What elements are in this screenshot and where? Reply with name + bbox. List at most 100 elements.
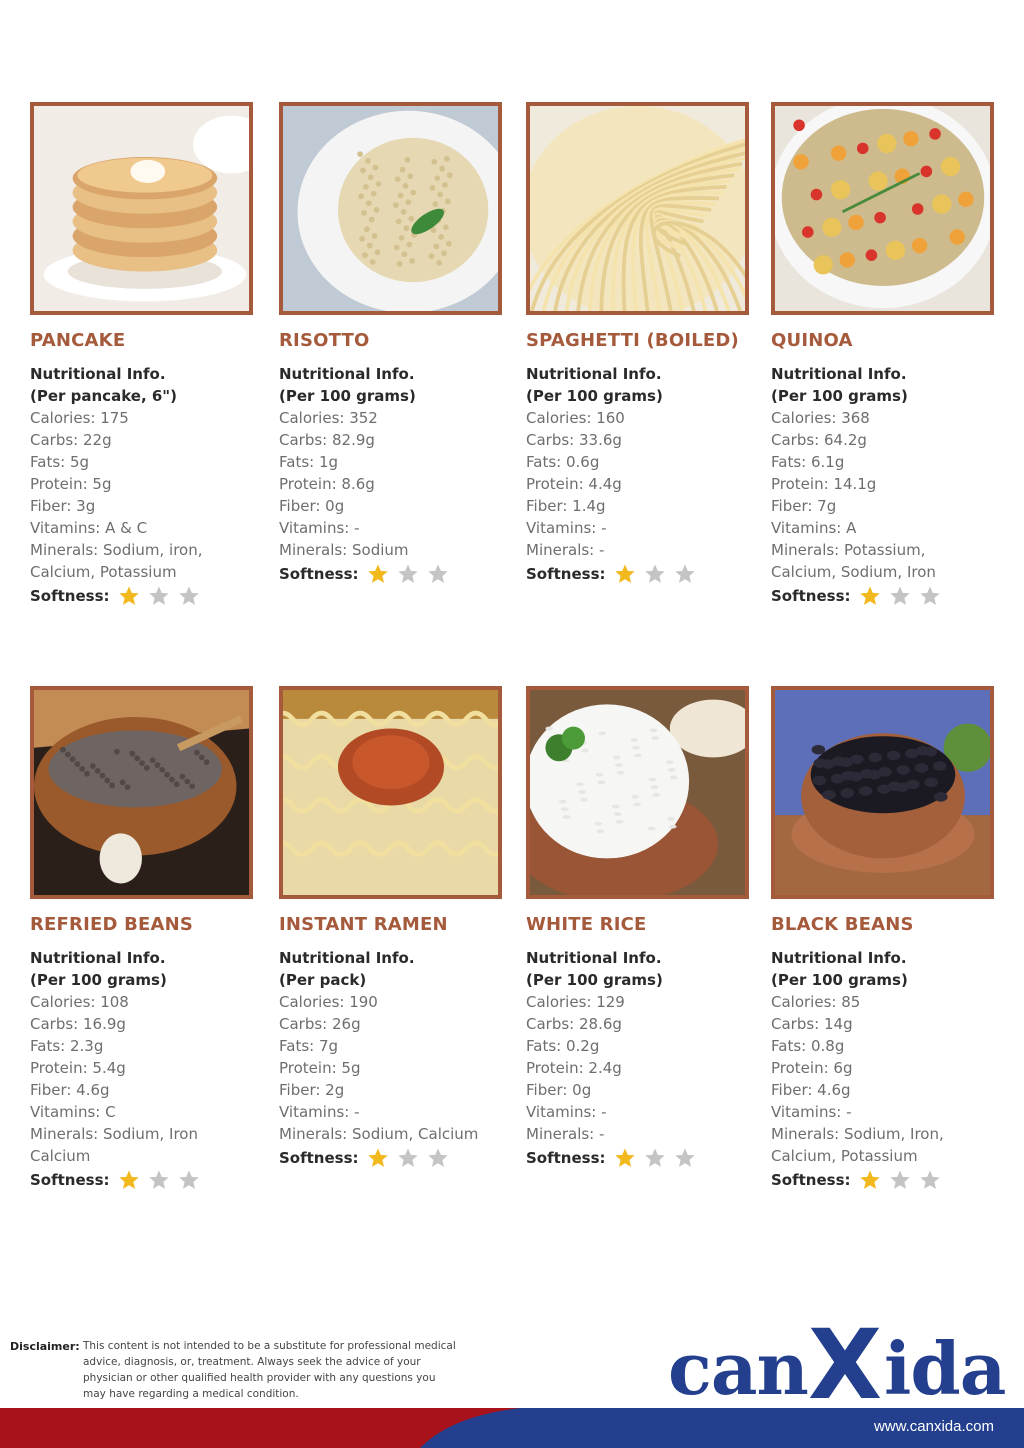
- svg-text:ida: ida: [884, 1326, 1005, 1402]
- softness-label: Softness:: [771, 1171, 851, 1189]
- serving-size: (Per 100 grams): [526, 971, 663, 989]
- nutrition-row: Protein: 6g: [771, 1059, 853, 1077]
- nutrition-row: Vitamins: -: [279, 519, 360, 537]
- nutrition-row: Calcium, Potassium: [30, 563, 177, 581]
- nutrition-row: Fats: 1g: [279, 453, 339, 471]
- nutrition-row: Calories: 352: [279, 409, 378, 427]
- nutrition-row: Carbs: 26g: [279, 1015, 361, 1033]
- star-icon: [889, 1169, 911, 1191]
- star-icon: [427, 1147, 449, 1169]
- spaghetti-photo: [526, 102, 749, 315]
- food-card: PANCAKE Nutritional Info. (Per pancake, …: [30, 102, 260, 608]
- footer-band: [0, 1408, 1024, 1448]
- softness-rating: Softness:: [526, 1146, 756, 1170]
- star-icon: [148, 585, 170, 607]
- risotto-plate-photo: [279, 102, 502, 315]
- serving-size: (Per pack): [279, 971, 367, 989]
- food-title: PANCAKE: [30, 330, 126, 351]
- nutrition-row: Calories: 190: [279, 993, 378, 1011]
- website-url[interactable]: www.canxida.com: [874, 1418, 994, 1435]
- food-card: RISOTTO Nutritional Info. (Per 100 grams…: [279, 102, 509, 586]
- nutrition-row: Vitamins: C: [30, 1103, 116, 1121]
- star-icon: [644, 563, 666, 585]
- nutrition-heading: Nutritional Info.: [771, 365, 907, 383]
- serving-size: (Per 100 grams): [771, 387, 908, 405]
- nutrition-row: Calcium, Sodium, Iron: [771, 563, 936, 581]
- nutrition-row: Carbs: 28.6g: [526, 1015, 622, 1033]
- star-icon: [889, 585, 911, 607]
- nutrition-row: Minerals: Sodium, Iron: [30, 1125, 198, 1143]
- food-title: WHITE RICE: [526, 914, 647, 935]
- nutrition-row: Minerals: Potassium,: [771, 541, 926, 559]
- softness-rating: Softness:: [30, 584, 260, 608]
- nutrition-row: Fats: 0.2g: [526, 1037, 600, 1055]
- food-title: SPAGHETTI (BOILED): [526, 330, 739, 351]
- nutrition-row: Minerals: Sodium, Iron,: [771, 1125, 944, 1143]
- serving-size: (Per 100 grams): [771, 971, 908, 989]
- star-icon: [397, 1147, 419, 1169]
- nutrition-heading: Nutritional Info.: [526, 365, 662, 383]
- nutrition-row: Protein: 4.4g: [526, 475, 622, 493]
- nutrition-heading: Nutritional Info.: [30, 949, 166, 967]
- svg-text:can: can: [668, 1326, 808, 1402]
- food-title: QUINOA: [771, 330, 853, 351]
- softness-rating: Softness:: [279, 1146, 509, 1170]
- nutrition-row: Carbs: 33.6g: [526, 431, 622, 449]
- nutrition-row: Calories: 175: [30, 409, 129, 427]
- softness-rating: Softness:: [30, 1168, 260, 1192]
- nutrition-row: Fats: 5g: [30, 453, 90, 471]
- nutrition-row: Protein: 5g: [30, 475, 112, 493]
- nutrition-row: Fiber: 4.6g: [30, 1081, 110, 1099]
- star-icon: [919, 1169, 941, 1191]
- disclaimer: Disclaimer: This content is not intended…: [10, 1338, 460, 1402]
- food-card: REFRIED BEANS Nutritional Info. (Per 100…: [30, 686, 260, 1192]
- nutrition-row: Minerals: Sodium: [279, 541, 409, 559]
- serving-size: (Per 100 grams): [526, 387, 663, 405]
- nutrition-row: Calories: 368: [771, 409, 870, 427]
- star-icon: [919, 585, 941, 607]
- nutrition-row: Carbs: 14g: [771, 1015, 853, 1033]
- nutrition-row: Fiber: 2g: [279, 1081, 345, 1099]
- nutrition-row: Fiber: 1.4g: [526, 497, 606, 515]
- nutrition-info: Nutritional Info. (Per 100 grams) Calori…: [279, 363, 509, 586]
- softness-label: Softness:: [526, 1149, 606, 1167]
- nutrition-row: Carbs: 16.9g: [30, 1015, 126, 1033]
- nutrition-row: Minerals: Sodium, Calcium: [279, 1125, 479, 1143]
- nutrition-row: Vitamins: -: [771, 1103, 852, 1121]
- food-card: QUINOA Nutritional Info. (Per 100 grams)…: [771, 102, 1001, 608]
- nutrition-row: Calories: 129: [526, 993, 625, 1011]
- svg-text:X: X: [808, 1312, 882, 1402]
- food-title: RISOTTO: [279, 330, 370, 351]
- nutrition-info: Nutritional Info. (Per 100 grams) Calori…: [771, 947, 1001, 1192]
- star-icon: [674, 1147, 696, 1169]
- nutrition-row: Minerals: -: [526, 1125, 605, 1143]
- nutrition-row: Fats: 6.1g: [771, 453, 845, 471]
- nutrition-row: Vitamins: A & C: [30, 519, 148, 537]
- nutrition-row: Carbs: 22g: [30, 431, 112, 449]
- softness-rating: Softness:: [771, 584, 1001, 608]
- softness-label: Softness:: [30, 587, 110, 605]
- nutrition-heading: Nutritional Info.: [30, 365, 166, 383]
- refried-beans-bowl-photo: [30, 686, 253, 899]
- nutrition-row: Minerals: -: [526, 541, 605, 559]
- star-icon: [178, 585, 200, 607]
- star-icon: [674, 563, 696, 585]
- nutrition-row: Carbs: 64.2g: [771, 431, 867, 449]
- star-icon: [367, 563, 389, 585]
- nutrition-row: Fiber: 0g: [526, 1081, 592, 1099]
- softness-label: Softness:: [279, 1149, 359, 1167]
- nutrition-row: Minerals: Sodium, iron,: [30, 541, 203, 559]
- nutrition-row: Calcium, Potassium: [771, 1147, 918, 1165]
- nutrition-heading: Nutritional Info.: [279, 365, 415, 383]
- star-icon: [859, 1169, 881, 1191]
- nutrition-row: Fats: 7g: [279, 1037, 339, 1055]
- star-icon: [644, 1147, 666, 1169]
- nutrition-row: Carbs: 82.9g: [279, 431, 375, 449]
- nutrition-row: Fats: 0.8g: [771, 1037, 845, 1055]
- star-icon: [614, 1147, 636, 1169]
- star-icon: [118, 1169, 140, 1191]
- softness-rating: Softness:: [771, 1168, 1001, 1192]
- food-card: WHITE RICE Nutritional Info. (Per 100 gr…: [526, 686, 756, 1170]
- softness-rating: Softness:: [279, 562, 509, 586]
- star-icon: [427, 563, 449, 585]
